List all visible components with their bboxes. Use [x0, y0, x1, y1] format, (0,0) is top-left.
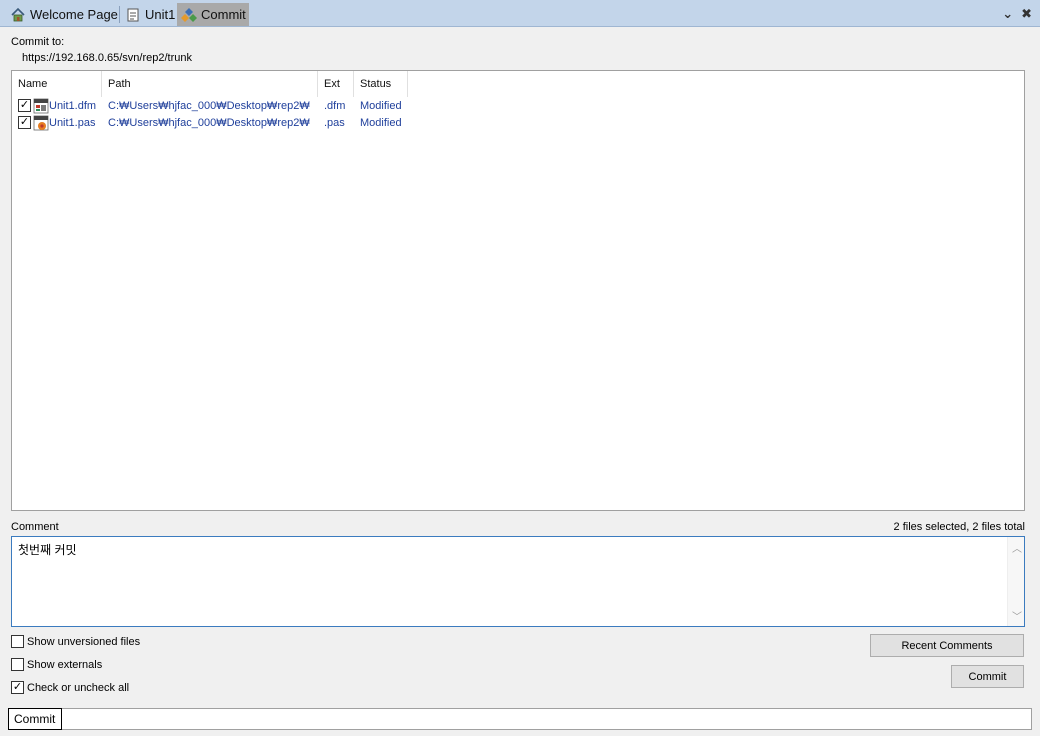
- commit-icon: [181, 7, 197, 23]
- file-name: Unit1.dfm: [49, 99, 97, 112]
- checkbox[interactable]: [11, 658, 24, 671]
- bottom-tab-commit[interactable]: Commit: [8, 708, 62, 730]
- file-ext: .pas: [324, 116, 345, 129]
- table-row[interactable]: ✓ Unit1.pas C:₩Users₩hjfac_000₩Desktop₩r…: [12, 114, 1024, 131]
- checkbox-label: Check or uncheck all: [27, 681, 130, 694]
- tab-separator: [119, 6, 120, 23]
- show-externals-checkbox[interactable]: Show externals: [11, 658, 102, 671]
- row-checkbox[interactable]: ✓: [18, 116, 31, 129]
- column-header-name[interactable]: Name: [12, 71, 102, 97]
- comment-text: 첫번째 커밋: [18, 543, 77, 557]
- commit-window: Welcome Page Unit1 Commit ⌄ ✖ Commit to:…: [0, 0, 1040, 736]
- file-list: Name Path Ext Status ✓ Unit1.dfm C:₩User…: [11, 70, 1025, 511]
- checkbox-label: Show unversioned files: [27, 635, 141, 648]
- show-unversioned-checkbox[interactable]: Show unversioned files: [11, 635, 140, 648]
- check-all-checkbox[interactable]: ✓ Check or uncheck all: [11, 681, 129, 694]
- column-header-path[interactable]: Path: [102, 71, 318, 97]
- file-list-header: Name Path Ext Status: [12, 71, 1024, 97]
- file-path: C:₩Users₩hjfac_000₩Desktop₩rep2₩: [108, 116, 310, 129]
- commit-url: https://192.168.0.65/svn/rep2/trunk: [22, 52, 193, 64]
- commit-button[interactable]: Commit: [951, 665, 1024, 688]
- tab-actions: ⌄ ✖: [1002, 6, 1032, 22]
- comment-input[interactable]: 첫번째 커밋 ︿ ﹀: [11, 536, 1025, 627]
- tab-label: Commit: [201, 7, 246, 22]
- comment-scrollbar[interactable]: ︿ ﹀: [1007, 537, 1024, 626]
- tab-label: Welcome Page: [30, 7, 118, 22]
- tab-unit1[interactable]: Unit1: [121, 3, 179, 26]
- close-icon[interactable]: ✖: [1021, 6, 1032, 22]
- tab-commit[interactable]: Commit: [177, 3, 249, 26]
- chevron-down-icon[interactable]: ⌄: [1002, 6, 1013, 22]
- recent-comments-button[interactable]: Recent Comments: [870, 634, 1024, 657]
- checkbox[interactable]: [11, 635, 24, 648]
- selection-summary: 2 files selected, 2 files total: [893, 521, 1025, 533]
- pas-file-icon: [33, 115, 49, 131]
- home-icon: [10, 7, 26, 23]
- unit-file-icon: [125, 7, 141, 23]
- scroll-up-icon[interactable]: ︿: [1012, 540, 1022, 555]
- column-header-ext[interactable]: Ext: [318, 71, 354, 97]
- tab-label: Unit1: [145, 7, 176, 22]
- file-ext: .dfm: [324, 99, 346, 112]
- checkbox[interactable]: ✓: [11, 681, 24, 694]
- checkbox-label: Show externals: [27, 658, 103, 671]
- table-row[interactable]: ✓ Unit1.dfm C:₩Users₩hjfac_000₩Desktop₩r…: [12, 97, 1024, 114]
- bottom-tab-bar: [8, 708, 1032, 730]
- column-header-status[interactable]: Status: [354, 71, 408, 97]
- editor-tab-bar: Welcome Page Unit1 Commit ⌄ ✖: [0, 0, 1040, 27]
- comment-label: Comment: [11, 521, 59, 533]
- dfm-file-icon: [33, 98, 49, 114]
- commit-to-label: Commit to:: [11, 36, 65, 48]
- tab-welcome-page[interactable]: Welcome Page: [6, 3, 122, 26]
- row-checkbox[interactable]: ✓: [18, 99, 31, 112]
- file-status: Modified: [360, 99, 402, 112]
- file-name: Unit1.pas: [49, 116, 96, 129]
- scroll-down-icon[interactable]: ﹀: [1012, 608, 1022, 623]
- file-status: Modified: [360, 116, 402, 129]
- file-path: C:₩Users₩hjfac_000₩Desktop₩rep2₩: [108, 99, 310, 112]
